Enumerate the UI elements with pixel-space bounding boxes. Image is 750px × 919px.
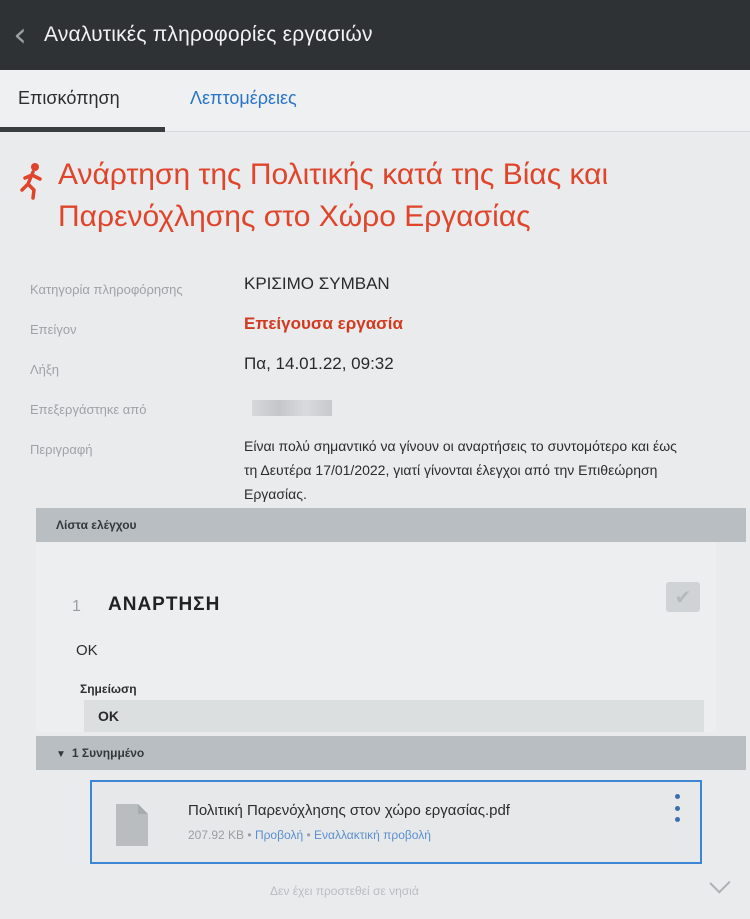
category-value: ΚΡΙΣΙΜΟ ΣΥΜΒΑΝ <box>244 274 390 293</box>
running-person-icon <box>20 163 42 200</box>
title-bar: ‹ Αναλυτικές πληροφορίες εργασιών <box>0 0 750 70</box>
document-icon <box>116 804 148 846</box>
task-detail-panel: Ανάρτηση της Πολιτικής κατά της Βίας και… <box>0 132 750 919</box>
description-label: Περιγραφή <box>30 442 93 457</box>
attachment-name[interactable]: Πολιτική Παρενόχλησης στον χώρο εργασίας… <box>188 802 510 819</box>
meta-separator: • <box>247 828 252 842</box>
urgent-label: Επείγον <box>30 322 77 337</box>
alternative-view-link[interactable]: Εναλλακτική προβολή <box>314 828 431 842</box>
checklist-item-title: ΑΝΑΡΤΗΣΗ <box>108 594 221 615</box>
task-title: Ανάρτηση της Πολιτικής κατά της Βίας και… <box>58 158 609 233</box>
redacted-user <box>252 400 332 416</box>
page-title: Αναλυτικές πληροφορίες εργασιών <box>44 23 373 46</box>
view-link[interactable]: Προβολή <box>255 828 303 842</box>
caret-down-icon: ▼ <box>56 749 66 760</box>
checklist-item: 1 ΑΝΑΡΤΗΣΗ ✔ OK Σημείωση OK <box>36 542 716 732</box>
note-field[interactable]: OK <box>84 700 704 732</box>
attachments-section-header[interactable]: ▼ 1 Συνημμένο <box>36 736 746 770</box>
processed-by-label: Επεξεργάστηκε από <box>30 402 147 417</box>
category-label: Κατηγορία πληροφόρησης <box>30 282 183 297</box>
property-urgent: Επείγον Επείγουσα εργασία <box>30 310 720 350</box>
task-header: Ανάρτηση της Πολιτικής κατά της Βίας και… <box>18 154 718 238</box>
tab-bar: Επισκόπηση Λεπτομέρειες <box>0 70 750 132</box>
property-category: Κατηγορία πληροφόρησης ΚΡΙΣΙΜΟ ΣΥΜΒΑΝ <box>30 270 720 310</box>
meta-separator: • <box>306 828 311 842</box>
property-processed-by: Επεξεργάστηκε από <box>30 390 720 430</box>
kebab-menu-icon[interactable] <box>672 794 682 822</box>
chevron-down-icon[interactable] <box>709 872 731 894</box>
checkmark-icon: ✔ <box>674 586 692 609</box>
attachments-count-label: 1 Συνημμένο <box>71 746 145 760</box>
footer-status-text: Δεν έχει προστεθεί σε νησιά <box>270 884 419 898</box>
note-label: Σημείωση <box>80 682 137 696</box>
checklist-item-number: 1 <box>72 598 81 615</box>
chevron-left-icon[interactable]: ‹ <box>0 0 40 70</box>
attachment-meta: 207.92 KB • Προβολή • Εναλλακτική προβολ… <box>188 828 431 842</box>
property-description: Περιγραφή Είναι πολύ σημαντικό να γίνουν… <box>30 430 720 520</box>
checklist-section-header: Λίστα ελέγχου <box>36 508 746 542</box>
checklist-answer: OK <box>76 642 98 659</box>
tab-overview[interactable]: Επισκόπηση <box>18 88 120 109</box>
due-value: Πα, 14.01.22, 09:32 <box>244 354 394 373</box>
property-due: Λήξη Πα, 14.01.22, 09:32 <box>30 350 720 390</box>
attachment-card[interactable]: Πολιτική Παρενόχλησης στον χώρο εργασίας… <box>90 780 702 864</box>
urgent-value: Επείγουσα εργασία <box>244 314 403 333</box>
description-value: Είναι πολύ σημαντικό να γίνουν οι αναρτή… <box>244 438 677 502</box>
checklist-checkbox[interactable]: ✔ <box>666 582 700 612</box>
due-label: Λήξη <box>30 362 59 377</box>
attachment-size: 207.92 KB <box>188 828 245 842</box>
task-properties: Κατηγορία πληροφόρησης ΚΡΙΣΙΜΟ ΣΥΜΒΑΝ Επ… <box>30 270 720 520</box>
tab-details[interactable]: Λεπτομέρειες <box>190 88 297 109</box>
